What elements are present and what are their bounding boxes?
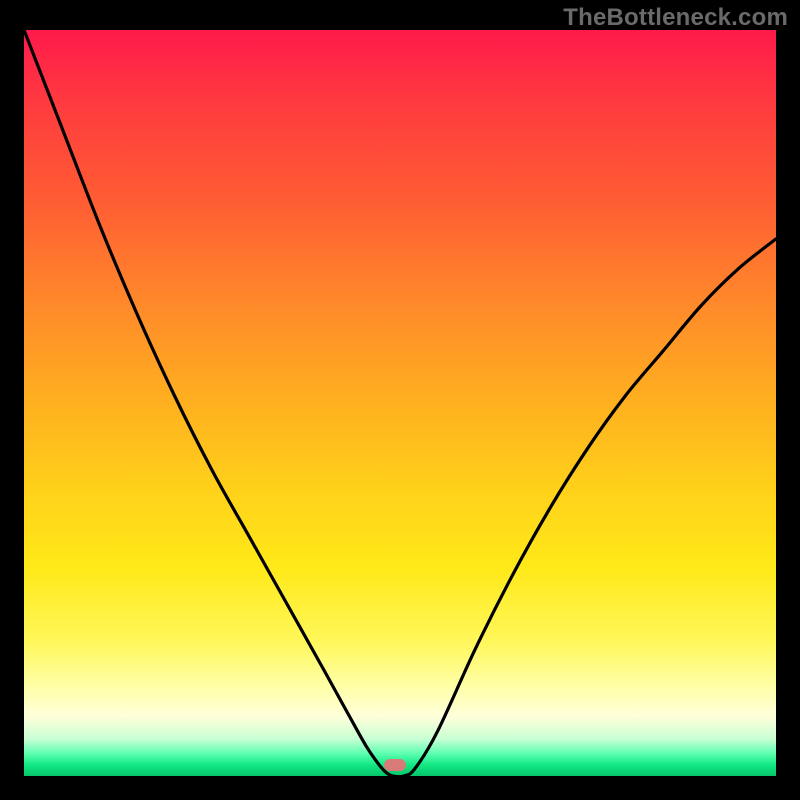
optimal-marker [384, 759, 406, 771]
plot-area [24, 30, 776, 776]
chart-frame: TheBottleneck.com [0, 0, 800, 800]
watermark-text: TheBottleneck.com [563, 4, 788, 32]
bottleneck-curve [24, 30, 776, 776]
